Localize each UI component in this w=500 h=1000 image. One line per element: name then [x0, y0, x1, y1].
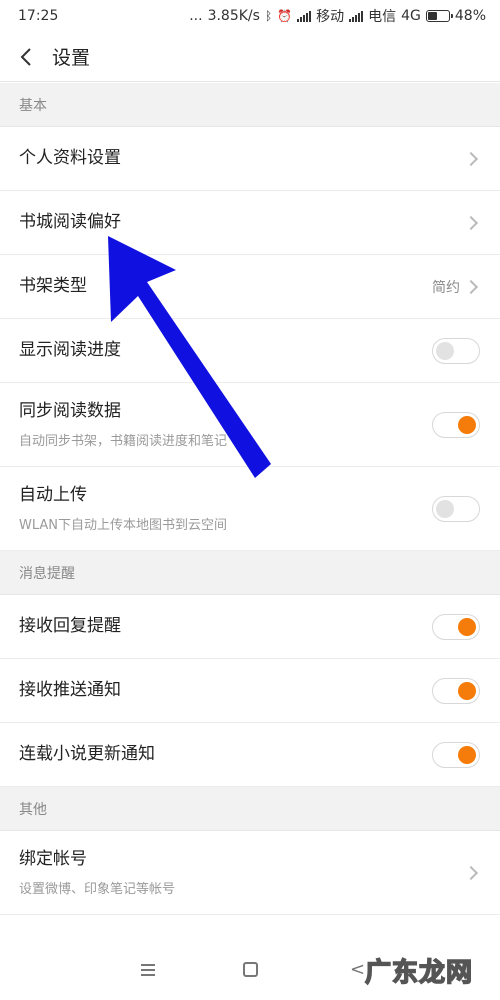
network-speed: 3.85K/s — [207, 8, 260, 24]
show-progress-toggle[interactable] — [432, 337, 480, 364]
shelf-type-label: 书架类型 — [19, 276, 87, 297]
toggle-knob — [458, 415, 476, 434]
chevron-right-icon — [463, 865, 479, 880]
push-notify-row: 接收推送通知 — [0, 659, 500, 723]
shelf-type-value: 简约 — [432, 279, 460, 296]
toggle-knob — [458, 617, 476, 636]
app-header: 设置 — [0, 32, 500, 82]
chevron-right-icon — [463, 215, 479, 230]
section-basic-header: 基本 — [0, 83, 500, 127]
reply-notify-toggle[interactable] — [432, 613, 480, 640]
carrier-1: 移动 — [316, 9, 345, 25]
store-preference-row[interactable]: 书城阅读偏好 — [0, 191, 500, 255]
show-progress-row: 显示阅读进度 — [0, 319, 500, 383]
network-type: 4G — [401, 8, 421, 24]
bind-account-row[interactable]: 绑定帐号 设置微博、印象笔记等帐号 — [0, 831, 500, 915]
push-notify-label: 接收推送通知 — [19, 680, 121, 701]
bluetooth-icon: ᛒ — [264, 9, 273, 23]
serial-update-row: 连载小说更新通知 — [0, 723, 500, 787]
push-notify-toggle[interactable] — [432, 677, 480, 704]
chevron-left-icon[interactable] — [4, 32, 48, 82]
page-title: 设置 — [52, 47, 91, 69]
status-bar: 17:25 ... 3.85K/s ᛒ ⏰ 移动 电信 4G 48% — [0, 0, 500, 32]
toggle-knob — [458, 745, 476, 764]
sync-data-label: 同步阅读数据 — [19, 400, 121, 421]
settings-list: 基本 个人资料设置 书城阅读偏好 书架类型 简约 显示阅读进度 同步阅读数据 自… — [0, 83, 500, 915]
battery-level — [427, 12, 437, 20]
profile-settings-label: 个人资料设置 — [19, 148, 121, 169]
status-indicators: ... 3.85K/s ᛒ ⏰ 移动 电信 4G 48% — [189, 6, 486, 26]
reply-notify-label: 接收回复提醒 — [19, 616, 121, 637]
signal-icon-2 — [349, 10, 364, 22]
carrier-2: 电信 — [368, 9, 397, 25]
serial-update-toggle[interactable] — [432, 741, 480, 768]
toggle-knob — [436, 341, 454, 360]
serial-update-label: 连载小说更新通知 — [19, 744, 155, 765]
home-icon[interactable] — [243, 962, 258, 977]
signal-icon — [297, 10, 312, 22]
battery-percent: 48% — [454, 8, 486, 24]
status-time: 17:25 — [18, 8, 59, 24]
chevron-right-icon — [463, 279, 479, 294]
show-progress-label: 显示阅读进度 — [19, 340, 121, 361]
sync-data-description: 自动同步书架，书籍阅读进度和笔记 — [19, 434, 228, 450]
profile-settings-row[interactable]: 个人资料设置 — [0, 127, 500, 191]
battery-icon — [425, 10, 453, 22]
menu-icon[interactable] — [141, 964, 155, 976]
reply-notify-row: 接收回复提醒 — [0, 595, 500, 659]
alarm-icon: ⏰ — [277, 9, 293, 23]
shelf-type-row[interactable]: 书架类型 简约 — [0, 255, 500, 319]
toggle-knob — [436, 499, 454, 518]
auto-upload-label: 自动上传 — [19, 484, 87, 505]
section-other-header: 其他 — [0, 787, 500, 831]
bind-account-description: 设置微博、印象笔记等帐号 — [19, 882, 176, 898]
back-icon[interactable]: < — [350, 959, 365, 980]
watermark-logo: 广东龙网 — [364, 957, 474, 989]
auto-upload-row: 自动上传 WLAN下自动上传本地图书到云空间 — [0, 467, 500, 551]
chevron-right-icon — [463, 151, 479, 166]
toggle-knob — [458, 681, 476, 700]
bind-account-label: 绑定帐号 — [19, 848, 87, 869]
section-notify-header: 消息提醒 — [0, 551, 500, 595]
auto-upload-toggle[interactable] — [432, 495, 480, 522]
auto-upload-description: WLAN下自动上传本地图书到云空间 — [19, 518, 228, 534]
store-preference-label: 书城阅读偏好 — [19, 212, 121, 233]
sync-data-row: 同步阅读数据 自动同步书架，书籍阅读进度和笔记 — [0, 383, 500, 467]
status-dots: ... — [189, 8, 203, 24]
sync-data-toggle[interactable] — [432, 411, 480, 438]
